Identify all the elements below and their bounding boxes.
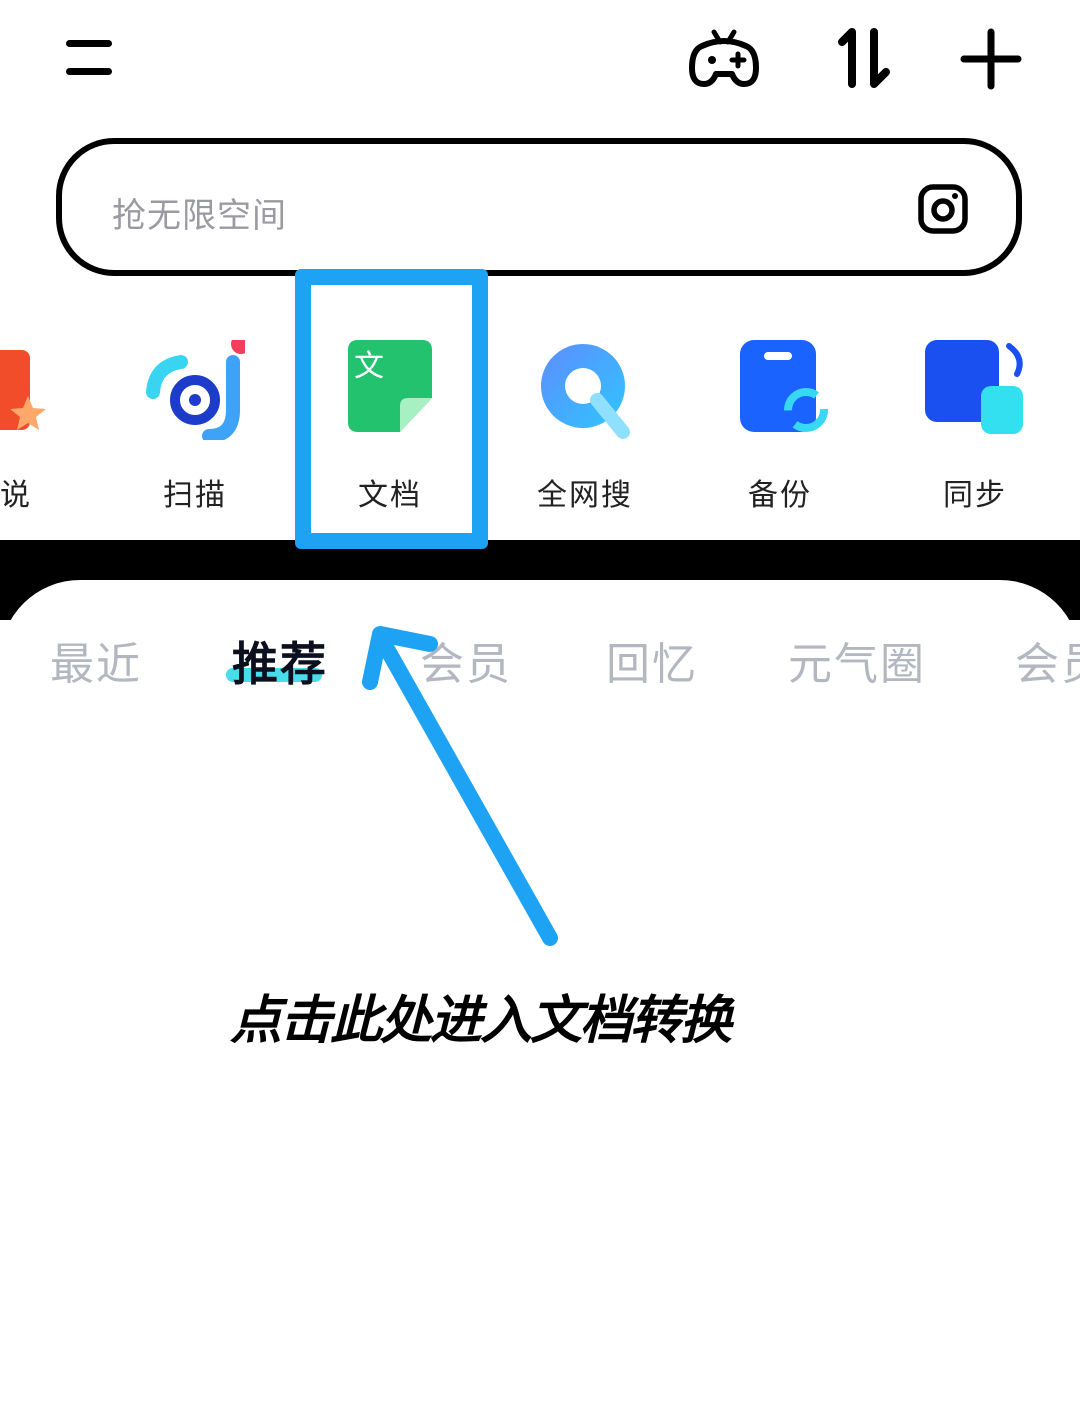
app-sync[interactable]: 同步: [885, 330, 1065, 520]
tab-membership-2[interactable]: 会员: [1015, 628, 1080, 692]
app-label: 说: [0, 478, 32, 513]
app-label: 全网搜: [537, 478, 633, 513]
app-search-web[interactable]: 全网搜: [495, 330, 675, 520]
plus-icon[interactable]: [960, 28, 1022, 90]
search-bar[interactable]: 抢无限空间: [56, 138, 1022, 276]
app-scan[interactable]: 扫描: [105, 330, 285, 520]
annotation-caption: 点击此处进入文档转换: [227, 988, 735, 1054]
app-label: 扫描: [163, 478, 227, 513]
sync-icon: [925, 340, 1023, 434]
transfer-icon[interactable]: [834, 28, 894, 88]
tab-memories[interactable]: 回忆: [606, 628, 698, 692]
novel-icon: [0, 350, 46, 430]
highlight-box: [295, 269, 488, 549]
scan-icon: [146, 340, 245, 440]
app-backup[interactable]: 备份: [690, 330, 870, 520]
app-novel[interactable]: 说: [0, 330, 90, 520]
search-placeholder: 抢无限空间: [112, 196, 287, 236]
annotation-arrow: [362, 626, 558, 946]
app-label: 同步: [943, 478, 1007, 513]
camera-scan-icon[interactable]: [918, 184, 968, 234]
app-label: 备份: [748, 478, 812, 513]
web-search-icon: [541, 344, 630, 439]
gamepad-icon[interactable]: [688, 28, 760, 90]
backup-icon: [740, 340, 828, 432]
menu-icon[interactable]: [60, 28, 120, 88]
tab-recommended[interactable]: 推荐: [232, 628, 328, 694]
tab-community[interactable]: 元气圈: [788, 628, 926, 692]
tab-recent[interactable]: 最近: [50, 628, 142, 692]
